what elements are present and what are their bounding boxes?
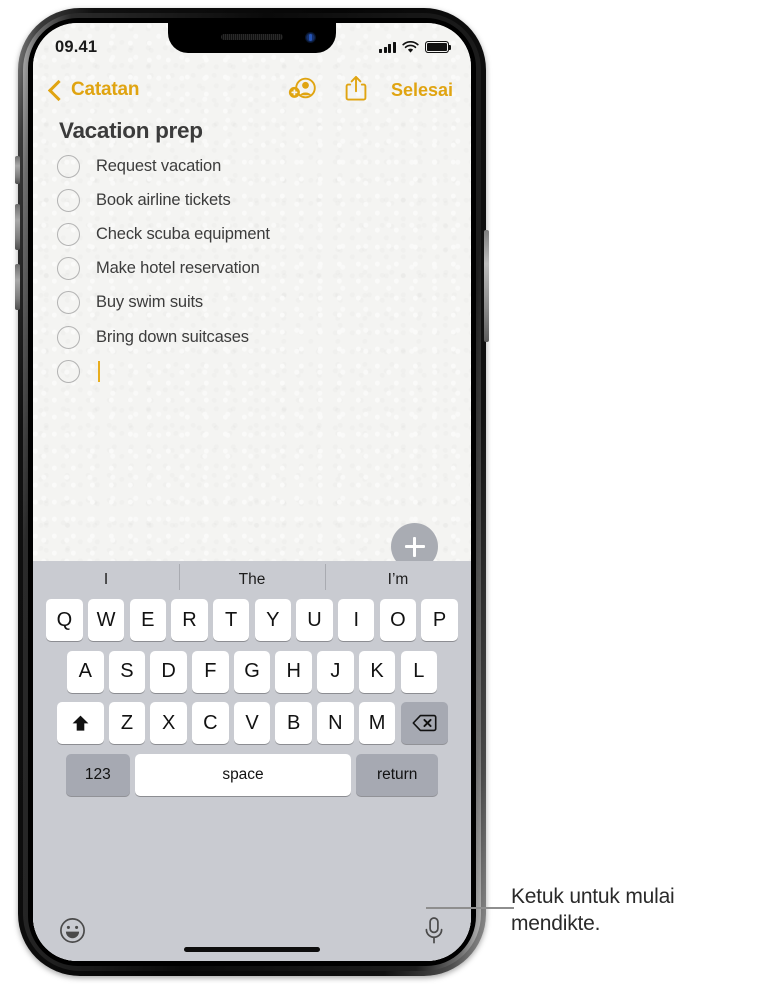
notch <box>168 23 336 53</box>
key-p[interactable]: P <box>421 599 458 641</box>
checklist-item[interactable]: Request vacation <box>57 149 455 183</box>
key-g[interactable]: G <box>233 650 271 693</box>
checklist-item-label: Check scuba equipment <box>96 224 270 243</box>
key-v[interactable]: V <box>233 702 271 744</box>
checklist-item[interactable]: Check scuba equipment <box>57 217 455 251</box>
keyboard-row-4: 123 space return <box>33 753 471 796</box>
checklist-item[interactable]: Bring down suitcases <box>57 320 455 354</box>
backspace-icon <box>412 714 436 732</box>
wifi-icon <box>402 40 419 53</box>
keyboard-row-1: Q W E R T Y U I O P <box>33 599 471 641</box>
key-i[interactable]: I <box>337 599 375 641</box>
checklist-item[interactable]: Book airline tickets <box>57 183 455 217</box>
key-k[interactable]: K <box>358 650 396 693</box>
volume-up-button[interactable] <box>15 204 20 250</box>
home-indicator[interactable] <box>184 947 320 952</box>
share-icon[interactable] <box>345 74 367 107</box>
checklist: Request vacation Book airline tickets Ch… <box>57 149 455 388</box>
checklist-item[interactable]: Make hotel reservation <box>57 252 455 286</box>
key-x[interactable]: X <box>150 702 187 744</box>
key-c[interactable]: C <box>192 702 229 744</box>
key-u[interactable]: U <box>296 599 333 641</box>
checklist-item-label: Bring down suitcases <box>96 327 249 346</box>
key-a[interactable]: A <box>67 650 104 693</box>
add-person-icon[interactable] <box>287 75 317 106</box>
navigation-bar: Catatan Selesai <box>33 67 471 113</box>
key-m[interactable]: M <box>358 702 396 744</box>
volume-down-button[interactable] <box>15 264 20 310</box>
checklist-item-label: Buy swim suits <box>96 293 204 312</box>
key-j[interactable]: J <box>317 650 354 693</box>
phone-screen: 09.41 Catatan Selesai Vacation prep Requ… <box>33 23 471 961</box>
done-button[interactable]: Selesai <box>391 80 453 101</box>
microphone-icon <box>425 916 443 943</box>
key-l[interactable]: L <box>400 650 437 693</box>
earpiece-speaker <box>221 34 283 40</box>
back-label: Catatan <box>71 79 140 100</box>
shift-arrow-icon <box>72 715 88 731</box>
suggestion-1[interactable]: The <box>179 564 325 590</box>
key-f[interactable]: F <box>192 650 229 693</box>
checkbox-circle-icon[interactable] <box>57 154 80 178</box>
key-h[interactable]: H <box>275 650 312 693</box>
key-n[interactable]: N <box>317 702 354 744</box>
checklist-item-empty[interactable] <box>57 354 455 388</box>
side-power-button[interactable] <box>484 230 489 342</box>
checkbox-circle-icon[interactable] <box>57 188 80 212</box>
chevron-left-icon <box>47 79 70 101</box>
key-r[interactable]: R <box>171 599 208 641</box>
callout-annotation: Ketuk untuk mulai mendikte. <box>511 884 759 937</box>
keyboard-row-3: Z X C V B N M <box>33 702 471 744</box>
ring-silent-switch[interactable] <box>15 156 20 184</box>
checkbox-circle-icon[interactable] <box>57 222 80 246</box>
battery-full-icon <box>425 41 452 53</box>
key-d[interactable]: D <box>150 650 187 693</box>
checkbox-circle-icon[interactable] <box>57 291 80 315</box>
key-b[interactable]: B <box>275 702 312 744</box>
emoji-key[interactable] <box>59 917 86 949</box>
checklist-item[interactable]: Buy swim suits <box>57 286 455 320</box>
checklist-item-label: Book airline tickets <box>96 190 231 209</box>
checkbox-circle-icon[interactable] <box>57 325 80 349</box>
iphone-device: 09.41 Catatan Selesai Vacation prep Requ… <box>15 8 489 976</box>
plus-icon-vertical <box>413 536 416 557</box>
dictation-key[interactable] <box>423 916 445 951</box>
checklist-item-label: Make hotel reservation <box>96 259 260 278</box>
keyboard-row-2: A S D F G H J K L <box>33 650 471 693</box>
checkbox-circle-icon[interactable] <box>57 359 80 383</box>
key-o[interactable]: O <box>379 599 417 641</box>
suggestion-0[interactable]: I <box>33 571 179 589</box>
callout-text: Ketuk untuk mulai mendikte. <box>511 885 675 935</box>
signal-bars-icon <box>378 41 396 53</box>
key-t[interactable]: T <box>212 599 250 641</box>
note-title: Vacation prep <box>59 118 203 143</box>
space-key[interactable]: space <box>135 753 351 796</box>
checklist-item-label: Request vacation <box>96 156 222 175</box>
shift-key[interactable] <box>56 702 104 744</box>
smiley-face-icon <box>60 918 85 943</box>
status-time: 09.41 <box>55 37 98 56</box>
key-e[interactable]: E <box>129 599 167 641</box>
predictive-suggestion-bar: I The I’m <box>33 561 471 599</box>
text-cursor <box>98 360 101 382</box>
numbers-key[interactable]: 123 <box>65 753 130 796</box>
key-s[interactable]: S <box>108 650 146 693</box>
key-y[interactable]: Y <box>254 599 292 641</box>
callout-leader-line <box>426 907 514 909</box>
key-z[interactable]: Z <box>108 702 146 744</box>
back-to-notes-button[interactable]: Catatan <box>47 79 140 101</box>
on-screen-keyboard: I The I’m Q W E R T Y U I O P A S D F G … <box>33 561 471 961</box>
suggestion-2[interactable]: I’m <box>325 564 471 590</box>
status-indicators <box>378 40 452 54</box>
return-key[interactable]: return <box>356 753 439 796</box>
checkbox-circle-icon[interactable] <box>57 257 80 281</box>
key-w[interactable]: W <box>87 599 125 641</box>
key-q[interactable]: Q <box>46 599 83 641</box>
backspace-key[interactable] <box>400 702 448 744</box>
front-camera <box>305 32 316 43</box>
keyboard-bottom-bar <box>33 905 471 961</box>
